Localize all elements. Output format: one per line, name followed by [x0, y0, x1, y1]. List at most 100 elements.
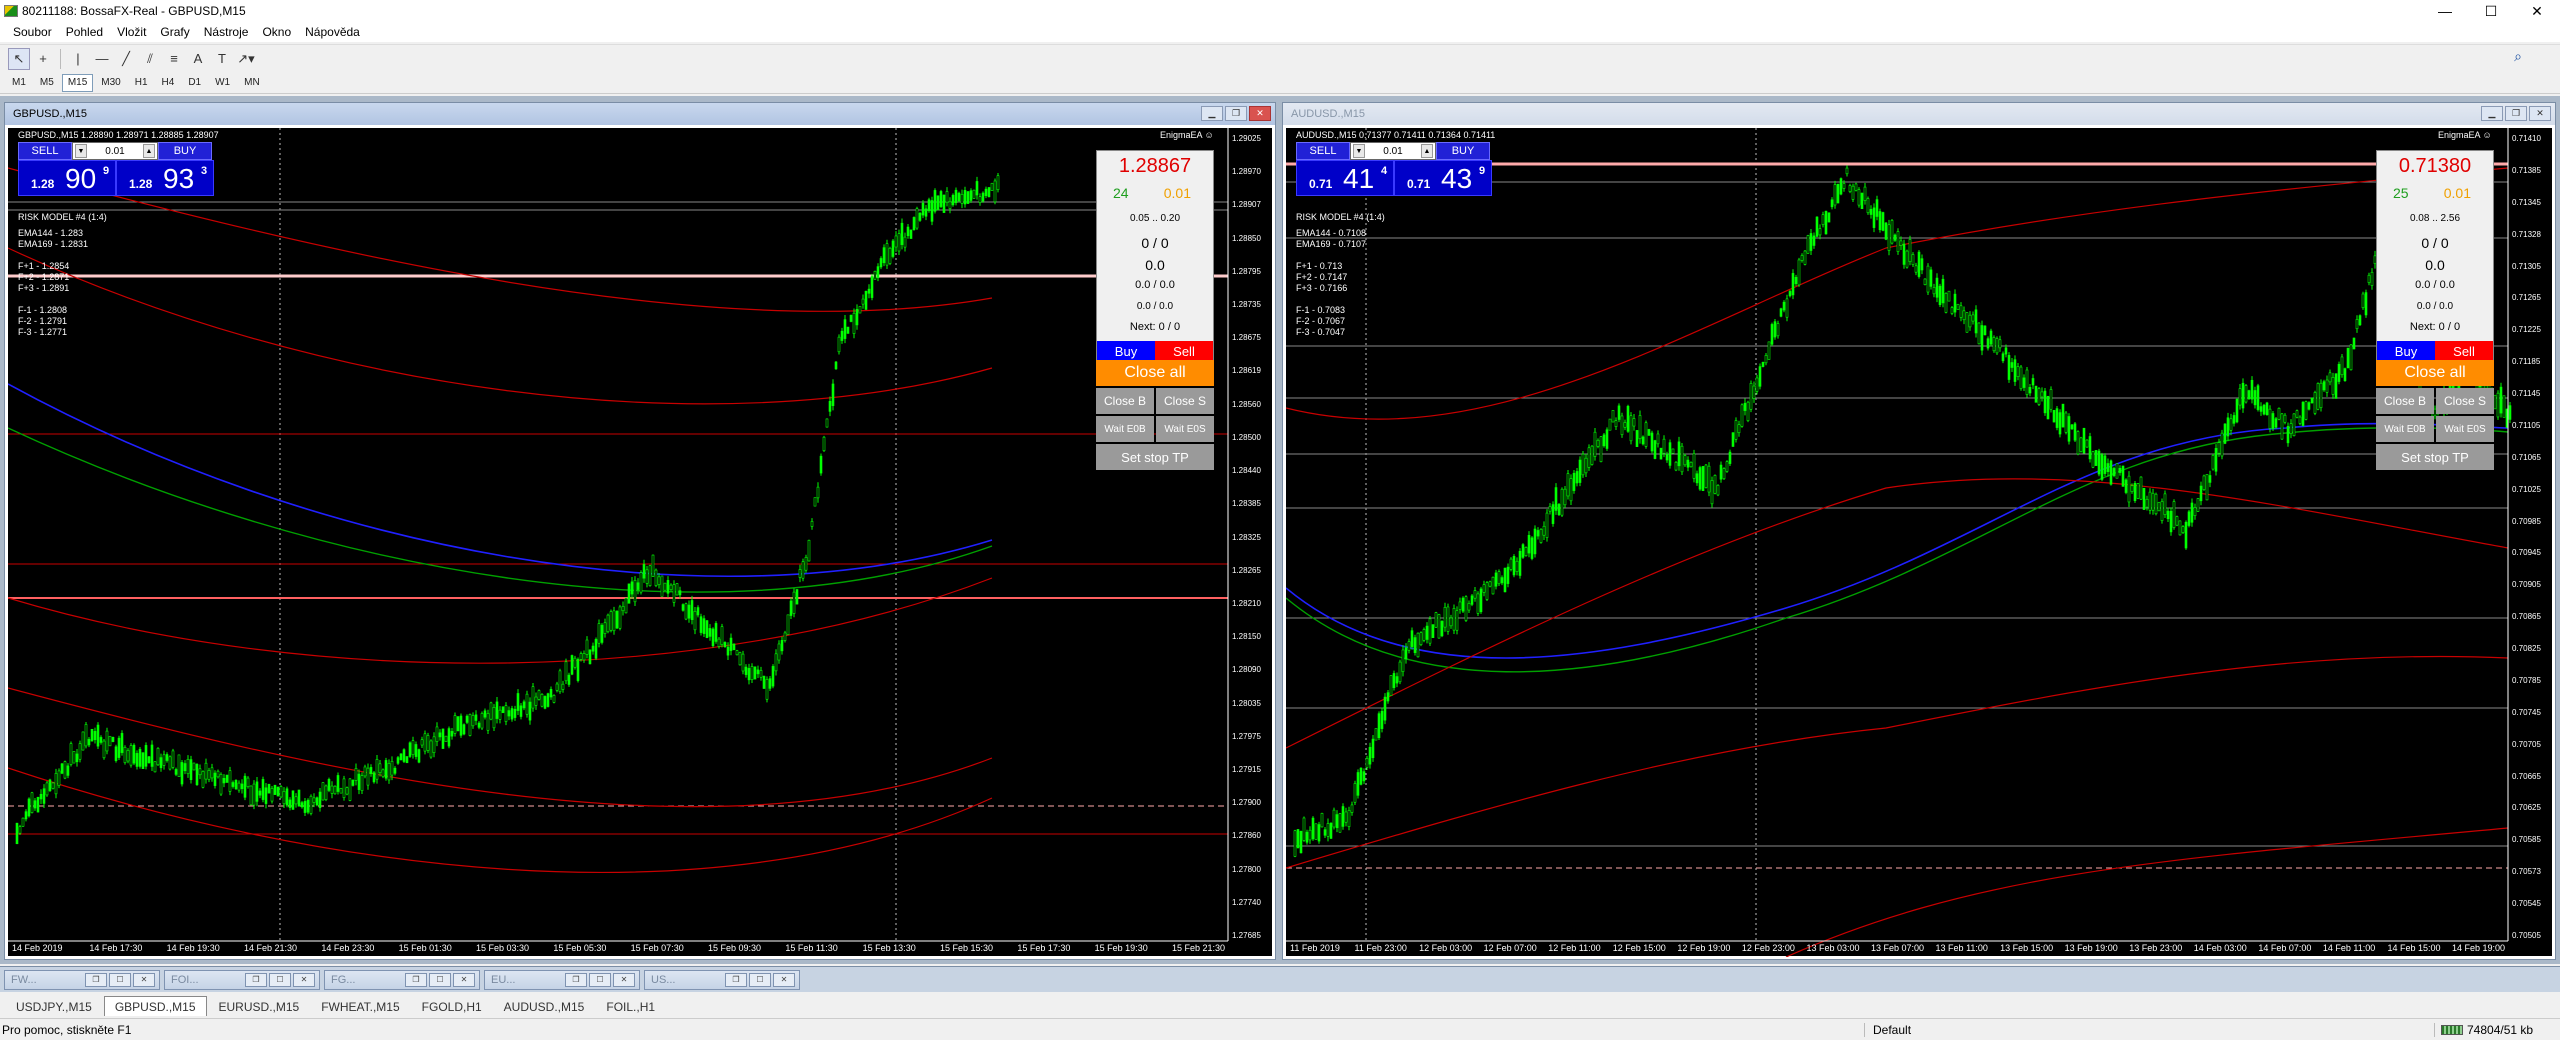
- chart-window-gbpusd[interactable]: GBPUSD.,M15 ▁ ❐ ✕ GBPUSD.,M15 1.28890 1.…: [4, 102, 1276, 960]
- ea-close-sell-button[interactable]: Close S: [1156, 388, 1214, 414]
- chart-maximize-button[interactable]: ❐: [1225, 106, 1247, 121]
- quick-buy-button[interactable]: BUY: [158, 142, 212, 160]
- lot-size-input[interactable]: ▼ 0.01 ▲: [1350, 142, 1436, 160]
- close-button[interactable]: ✕: [2514, 0, 2560, 22]
- tab-usdjpy[interactable]: USDJPY.,M15: [6, 998, 102, 1016]
- ea-close-all-button[interactable]: Close all: [2376, 360, 2494, 386]
- menu-vlozit[interactable]: Vložit: [110, 22, 153, 42]
- ea-wait-eob-button[interactable]: Wait E0B: [2376, 416, 2434, 442]
- chart-canvas[interactable]: GBPUSD.,M15 1.28890 1.28971 1.28885 1.28…: [8, 128, 1272, 956]
- minimized-window[interactable]: FG... ❐ ☐ ✕: [324, 969, 480, 990]
- chart-window-titlebar[interactable]: AUDUSD.,M15 ▁ ❐ ✕: [1283, 103, 2555, 125]
- tab-eurusd[interactable]: EURUSD.,M15: [209, 998, 310, 1016]
- ea-wait-eos-button[interactable]: Wait E0S: [2436, 416, 2494, 442]
- timeframe-h4[interactable]: H4: [156, 74, 181, 92]
- quick-sell-button[interactable]: SELL: [18, 142, 72, 160]
- maximize-icon[interactable]: ☐: [269, 972, 291, 987]
- chart-close-button[interactable]: ✕: [1249, 106, 1271, 121]
- close-icon[interactable]: ✕: [613, 972, 635, 987]
- lot-size-input[interactable]: ▼ 0.01 ▲: [72, 142, 158, 160]
- menu-grafy[interactable]: Grafy: [153, 22, 196, 42]
- chart-minimize-button[interactable]: ▁: [2481, 106, 2503, 121]
- vertical-line-icon[interactable]: |: [67, 48, 89, 70]
- text-icon[interactable]: A: [187, 48, 209, 70]
- ea-buy-button[interactable]: Buy: [2377, 341, 2435, 361]
- lot-decrease-icon[interactable]: ▼: [1353, 144, 1365, 158]
- chart-maximize-button[interactable]: ❐: [2505, 106, 2527, 121]
- channel-icon[interactable]: ⫽: [139, 48, 161, 70]
- ask-quote[interactable]: 1.28 93 3: [116, 160, 214, 196]
- maximize-icon[interactable]: ☐: [589, 972, 611, 987]
- minimize-button[interactable]: —: [2422, 0, 2468, 22]
- fibonacci-icon[interactable]: ≡: [163, 48, 185, 70]
- bid-quote[interactable]: 0.71 41 4: [1296, 160, 1394, 196]
- ea-close-sell-button[interactable]: Close S: [2436, 388, 2494, 414]
- ea-wait-eos-button[interactable]: Wait E0S: [1156, 416, 1214, 442]
- menu-okno[interactable]: Okno: [255, 22, 298, 42]
- timeframe-h1[interactable]: H1: [129, 74, 154, 92]
- ea-wait-eob-button[interactable]: Wait E0B: [1096, 416, 1154, 442]
- close-icon[interactable]: ✕: [293, 972, 315, 987]
- maximize-icon[interactable]: ☐: [429, 972, 451, 987]
- timeframe-mn[interactable]: MN: [238, 74, 266, 92]
- chart-canvas[interactable]: AUDUSD.,M15 0.71377 0.71411 0.71364 0.71…: [1286, 128, 2552, 957]
- cursor-icon[interactable]: ↖: [8, 47, 30, 70]
- maximize-icon[interactable]: ☐: [109, 972, 131, 987]
- timeframe-m5[interactable]: M5: [34, 74, 60, 92]
- menu-nastroje[interactable]: Nástroje: [197, 22, 256, 42]
- search-icon[interactable]: ⌕: [2514, 48, 2522, 65]
- tab-audusd[interactable]: AUDUSD.,M15: [494, 998, 595, 1016]
- timeframe-d1[interactable]: D1: [182, 74, 207, 92]
- tab-fgold[interactable]: FGOLD,H1: [412, 998, 492, 1016]
- status-profile[interactable]: Default: [1864, 1023, 1911, 1037]
- lot-increase-icon[interactable]: ▲: [1421, 144, 1433, 158]
- chart-close-button[interactable]: ✕: [2529, 106, 2551, 121]
- restore-icon[interactable]: ❐: [245, 972, 267, 987]
- trendline-icon[interactable]: ╱: [115, 48, 137, 70]
- ea-set-stop-button[interactable]: Set stop TP: [1096, 444, 1214, 470]
- ea-close-buy-button[interactable]: Close B: [1096, 388, 1154, 414]
- quick-buy-button[interactable]: BUY: [1436, 142, 1490, 160]
- timeframe-m30[interactable]: M30: [95, 74, 126, 92]
- tab-fwheat[interactable]: FWHEAT.,M15: [311, 998, 409, 1016]
- ea-close-buy-button[interactable]: Close B: [2376, 388, 2434, 414]
- ea-sell-button[interactable]: Sell: [2435, 341, 2493, 361]
- ea-set-stop-button[interactable]: Set stop TP: [2376, 444, 2494, 470]
- maximize-button[interactable]: ☐: [2468, 0, 2514, 22]
- chart-minimize-button[interactable]: ▁: [1201, 106, 1223, 121]
- restore-icon[interactable]: ❐: [405, 972, 427, 987]
- chart-window-titlebar[interactable]: GBPUSD.,M15 ▁ ❐ ✕: [5, 103, 1275, 125]
- ask-quote[interactable]: 0.71 43 9: [1394, 160, 1492, 196]
- bid-quote[interactable]: 1.28 90 9: [18, 160, 116, 196]
- menu-pohled[interactable]: Pohled: [59, 22, 110, 42]
- tab-gbpusd[interactable]: GBPUSD.,M15: [103, 996, 207, 1016]
- price-chart[interactable]: [8, 128, 1272, 957]
- ea-buy-button[interactable]: Buy: [1097, 341, 1155, 361]
- close-icon[interactable]: ✕: [773, 972, 795, 987]
- lot-increase-icon[interactable]: ▲: [143, 144, 155, 158]
- chart-window-audusd[interactable]: AUDUSD.,M15 ▁ ❐ ✕ AUDUSD.,M15 0.71377 0.…: [1282, 102, 2556, 960]
- ea-close-all-button[interactable]: Close all: [1096, 360, 1214, 386]
- close-icon[interactable]: ✕: [133, 972, 155, 987]
- crosshair-icon[interactable]: +: [32, 48, 54, 70]
- restore-icon[interactable]: ❐: [85, 972, 107, 987]
- price-chart[interactable]: [1286, 128, 2552, 957]
- timeframe-m15[interactable]: M15: [61, 73, 94, 92]
- arrows-icon[interactable]: ↗▾: [235, 48, 257, 70]
- minimized-window[interactable]: FW... ❐ ☐ ✕: [4, 969, 160, 990]
- horizontal-line-icon[interactable]: —: [91, 48, 113, 70]
- timeframe-w1[interactable]: W1: [209, 74, 236, 92]
- minimized-window[interactable]: FOI... ❐ ☐ ✕: [164, 969, 320, 990]
- lot-decrease-icon[interactable]: ▼: [75, 144, 87, 158]
- restore-icon[interactable]: ❐: [565, 972, 587, 987]
- tab-foil[interactable]: FOIL.,H1: [596, 998, 665, 1016]
- ea-sell-button[interactable]: Sell: [1155, 341, 1213, 361]
- minimized-window[interactable]: US... ❐ ☐ ✕: [644, 969, 800, 990]
- menu-napoveda[interactable]: Nápověda: [298, 22, 367, 42]
- maximize-icon[interactable]: ☐: [749, 972, 771, 987]
- label-icon[interactable]: T: [211, 48, 233, 70]
- quick-sell-button[interactable]: SELL: [1296, 142, 1350, 160]
- menu-soubor[interactable]: Soubor: [6, 22, 59, 42]
- minimized-window[interactable]: EU... ❐ ☐ ✕: [484, 969, 640, 990]
- timeframe-m1[interactable]: M1: [6, 74, 32, 92]
